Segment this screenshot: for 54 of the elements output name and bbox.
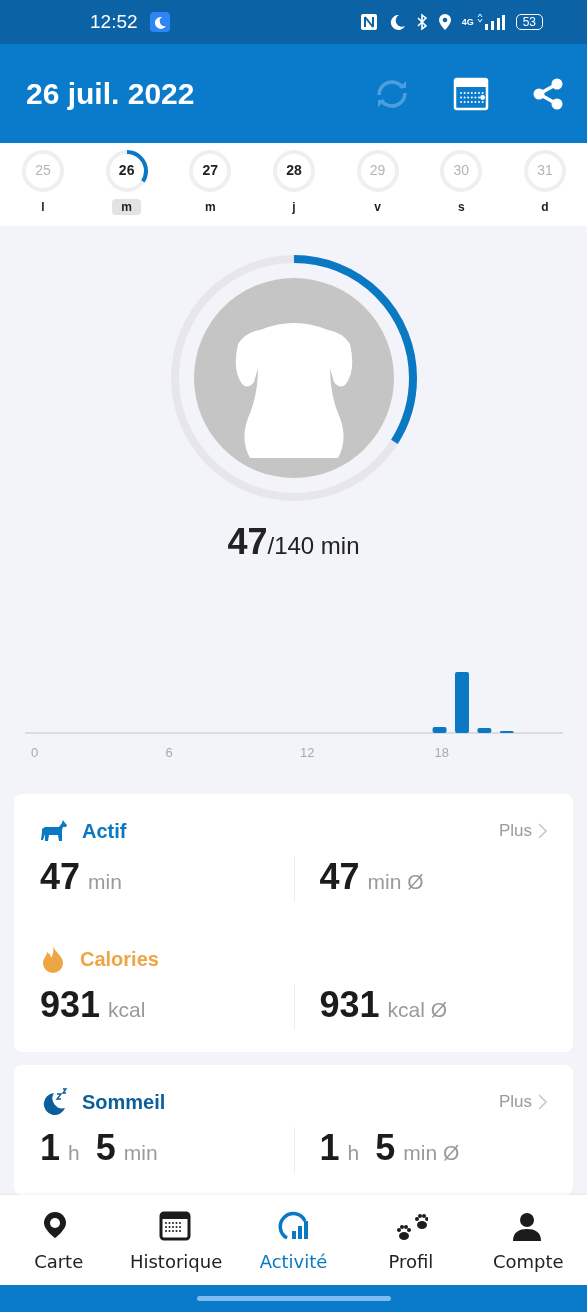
chart-bar — [455, 672, 469, 733]
bluetooth-icon — [415, 13, 428, 31]
moon-icon — [149, 12, 170, 32]
stat-value: 1 — [319, 1127, 340, 1169]
nav-tab[interactable]: Historique — [117, 1195, 235, 1285]
chart-bar — [477, 728, 492, 733]
calendar-icon — [453, 76, 489, 111]
calendar-button[interactable] — [453, 76, 489, 111]
progress-ring — [104, 149, 149, 193]
axis-label: 12 — [300, 745, 315, 760]
stat-value: 5 — [95, 1127, 116, 1169]
stat-value: 47 — [40, 856, 81, 898]
section-title: Sommeil — [82, 1090, 166, 1114]
nav-tab[interactable]: Activité — [234, 1195, 353, 1285]
stat-value: 5 — [375, 1127, 396, 1169]
stat-value: 1 — [40, 1127, 61, 1169]
battery-level: 53 — [515, 14, 543, 30]
stat-value: 931 — [319, 984, 380, 1026]
share-button[interactable] — [531, 76, 565, 111]
day-button[interactable]: 28 j — [271, 149, 316, 226]
nav-tab[interactable]: Profil — [352, 1195, 470, 1285]
stat-unit: h — [347, 1141, 360, 1165]
day-button[interactable]: 26 m — [104, 149, 149, 226]
stat-unit: min — [123, 1141, 158, 1165]
stat-value: 931 — [40, 984, 101, 1026]
date-title: 26 juil. 2022 — [26, 76, 196, 111]
nav-tab[interactable]: Compte — [469, 1195, 587, 1285]
section-title: Calories — [80, 947, 159, 971]
share-icon — [531, 76, 565, 111]
calendar-icon — [159, 1211, 194, 1243]
stat-unit: h — [68, 1141, 80, 1165]
flame-icon — [40, 945, 66, 973]
stat-unit: min Ø — [403, 1141, 460, 1165]
stat-unit: min — [88, 870, 122, 894]
day-button[interactable]: 27 m — [188, 149, 233, 226]
stat-unit: kcal Ø — [387, 998, 448, 1022]
location-icon — [437, 13, 452, 31]
chevron-right-icon — [538, 823, 547, 839]
signal-icon — [475, 13, 506, 31]
stat-value: 47 — [319, 856, 360, 898]
stat-unit: kcal — [108, 998, 146, 1022]
chart-bar — [432, 727, 447, 733]
nfc-icon — [359, 13, 378, 31]
axis-label: 6 — [165, 745, 173, 760]
stat-unit: min Ø — [367, 870, 424, 894]
goal-text: 47/140 min — [227, 521, 360, 563]
dog-icon — [40, 819, 68, 843]
nav-tab[interactable]: Carte — [0, 1195, 118, 1285]
axis-label: 18 — [434, 745, 449, 760]
network-type: 4G — [461, 17, 474, 27]
section-title: Actif — [82, 819, 127, 843]
status-time: 12:52 — [90, 11, 138, 33]
axis-label: 0 — [31, 745, 39, 760]
chevron-right-icon — [538, 1094, 547, 1110]
